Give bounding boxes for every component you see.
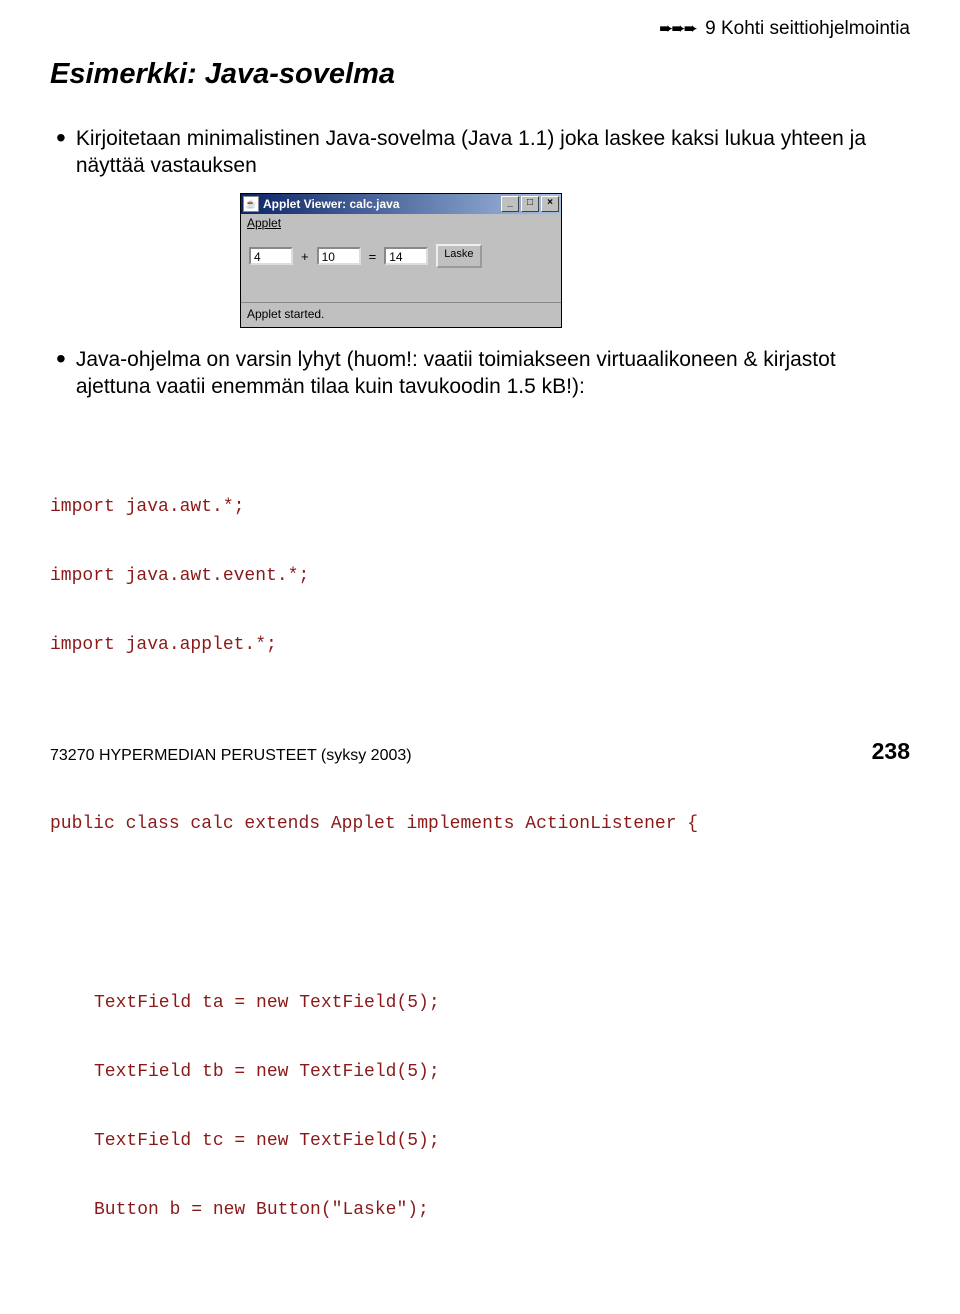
window-title: Applet Viewer: calc.java — [263, 197, 400, 211]
page-footer: 73270 HYPERMEDIAN PERUSTEET (syksy 2003)… — [50, 738, 910, 765]
bullet-text: Kirjoitetaan minimalistinen Java-sovelma… — [76, 125, 910, 179]
footer-text: 73270 HYPERMEDIAN PERUSTEET (syksy 2003) — [50, 747, 412, 765]
plus-label: + — [301, 249, 309, 264]
code-line: Button b = new Button("Laske"); — [94, 1199, 910, 1222]
menu-applet[interactable]: Applet — [247, 216, 281, 230]
page-number: 238 — [872, 738, 910, 765]
applet-body: 4 + 10 = 14 Laske — [241, 230, 561, 276]
maximize-icon[interactable]: □ — [521, 196, 539, 212]
window-titlebar: ☕ Applet Viewer: calc.java _ □ × — [241, 194, 561, 214]
java-icon: ☕ — [243, 196, 259, 212]
applet-screenshot: ☕ Applet Viewer: calc.java _ □ × Applet … — [240, 193, 910, 328]
status-bar: Applet started. — [241, 302, 561, 327]
bullet-text: Java-ohjelma on varsin lyhyt (huom!: vaa… — [76, 346, 910, 400]
field-b[interactable]: 10 — [317, 247, 361, 265]
code-line: TextField ta = new TextField(5); — [94, 992, 910, 1015]
bullet-icon: • — [56, 348, 66, 370]
code-block: import java.awt.*; import java.awt.event… — [50, 404, 910, 1314]
breadcrumb: ➨➨➨ 9 Kohti seittiohjelmointia — [50, 18, 910, 40]
field-c[interactable]: 14 — [384, 247, 428, 265]
code-line: import java.awt.*; — [50, 496, 910, 519]
equals-label: = — [369, 249, 377, 264]
page-title: Esimerkki: Java-sovelma — [50, 58, 910, 91]
laske-button[interactable]: Laske — [436, 244, 481, 268]
close-icon[interactable]: × — [541, 196, 559, 212]
code-line: public class calc extends Applet impleme… — [50, 813, 910, 836]
code-line: TextField tb = new TextField(5); — [94, 1061, 910, 1084]
breadcrumb-text: 9 Kohti seittiohjelmointia — [705, 18, 910, 39]
applet-window: ☕ Applet Viewer: calc.java _ □ × Applet … — [240, 193, 562, 328]
menu-bar: Applet — [241, 214, 561, 230]
arrow-icon: ➨➨➨ — [659, 19, 696, 38]
minimize-icon[interactable]: _ — [501, 196, 519, 212]
bullet-icon: • — [56, 127, 66, 149]
code-line: import java.awt.event.*; — [50, 565, 910, 588]
code-line: TextField tc = new TextField(5); — [94, 1130, 910, 1153]
code-line: import java.applet.*; — [50, 634, 910, 657]
field-a[interactable]: 4 — [249, 247, 293, 265]
bullet-item: • Kirjoitetaan minimalistinen Java-sovel… — [56, 125, 910, 179]
bullet-item: • Java-ohjelma on varsin lyhyt (huom!: v… — [56, 346, 910, 400]
